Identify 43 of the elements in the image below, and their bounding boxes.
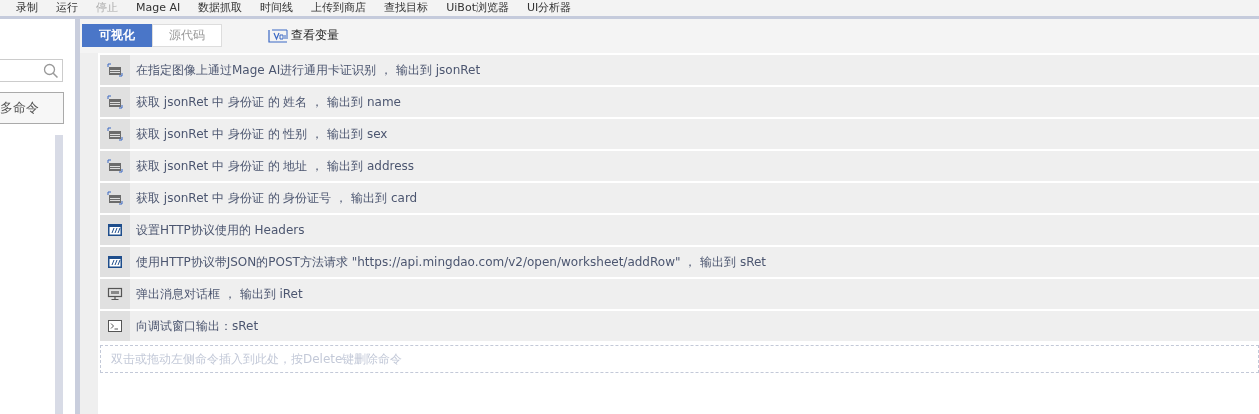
command-row[interactable]: 获取 jsonRet 中 身份证 的 性别 ， 输出到 sex [100,119,1259,149]
toolbar-button[interactable]: 时间线 [260,1,294,14]
card-icon [107,191,123,205]
more-commands-button[interactable]: 多命令 [0,92,64,124]
toolbar-button[interactable]: 上传到商店 [311,1,367,14]
toolbar-button[interactable]: Mage AI [136,1,181,14]
tab[interactable]: 可视化 [82,24,152,47]
command-row[interactable]: 获取 jsonRet 中 身份证 的 姓名 ， 输出到 name [100,87,1259,117]
command-text: 弹出消息对话框 ， 输出到 iRet [136,285,303,303]
command-text: 获取 jsonRet 中 身份证 的 身份证号 ， 输出到 card [136,189,418,207]
command-text: 获取 jsonRet 中 身份证 的 姓名 ， 输出到 name [136,93,401,111]
view-variables-link[interactable]: 查看变量 [291,27,339,44]
card-icon [107,95,123,109]
card-icon [107,63,123,77]
window-icon [107,223,123,237]
command-text: 获取 jsonRet 中 身份证 的 地址 ， 输出到 address [136,157,415,175]
card-icon [107,159,123,173]
search-icon [43,62,59,79]
command-text: 使用HTTP协议带JSON的POST方法请求 "https://api.mingdao.com/v2/open/worksheet/addRow" ， 输出到 sRet [136,253,767,271]
terminal-icon [107,319,123,333]
monitor-icon [107,287,123,301]
command-row[interactable]: 设置HTTP协议使用的 Headers [100,215,1259,245]
toolbar-button[interactable]: 数据抓取 [198,1,243,14]
command-text: 向调试窗口输出：sRet [136,317,259,335]
scrollbar[interactable] [55,135,63,414]
command-text: 在指定图像上通过Mage AI进行通用卡证识别 ， 输出到 jsonRet [136,61,481,79]
search-field[interactable] [0,59,63,82]
card-icon [107,127,123,141]
command-row[interactable]: 使用HTTP协议带JSON的POST方法请求 "https://api.mingdao.com/v2/open/worksheet/addRow" ， 输出到 sRet [100,247,1259,277]
toolbar-button[interactable]: 查找目标 [384,1,429,14]
command-text: 设置HTTP协议使用的 Headers [136,221,305,239]
command-text: 获取 jsonRet 中 身份证 的 性别 ， 输出到 sex [136,125,388,143]
toolbar-button[interactable]: UI分析器 [526,1,572,14]
toolbar-button[interactable]: 录制 [16,1,38,14]
command-row[interactable]: 弹出消息对话框 ， 输出到 iRet [100,279,1259,309]
command-row[interactable]: 获取 jsonRet 中 身份证 的 身份证号 ， 输出到 card [100,183,1259,213]
toolbar-button[interactable]: UiBot浏览器 [446,1,509,14]
command-row[interactable]: 在指定图像上通过Mage AI进行通用卡证识别 ， 输出到 jsonRet [100,55,1259,85]
window-icon [107,255,123,269]
toolbar-button[interactable]: 运行 [56,1,78,14]
command-row[interactable]: 向调试窗口输出：sRet [100,311,1259,341]
command-row[interactable]: 获取 jsonRet 中 身份证 的 地址 ， 输出到 address [100,151,1259,181]
variable-icon [268,28,288,43]
